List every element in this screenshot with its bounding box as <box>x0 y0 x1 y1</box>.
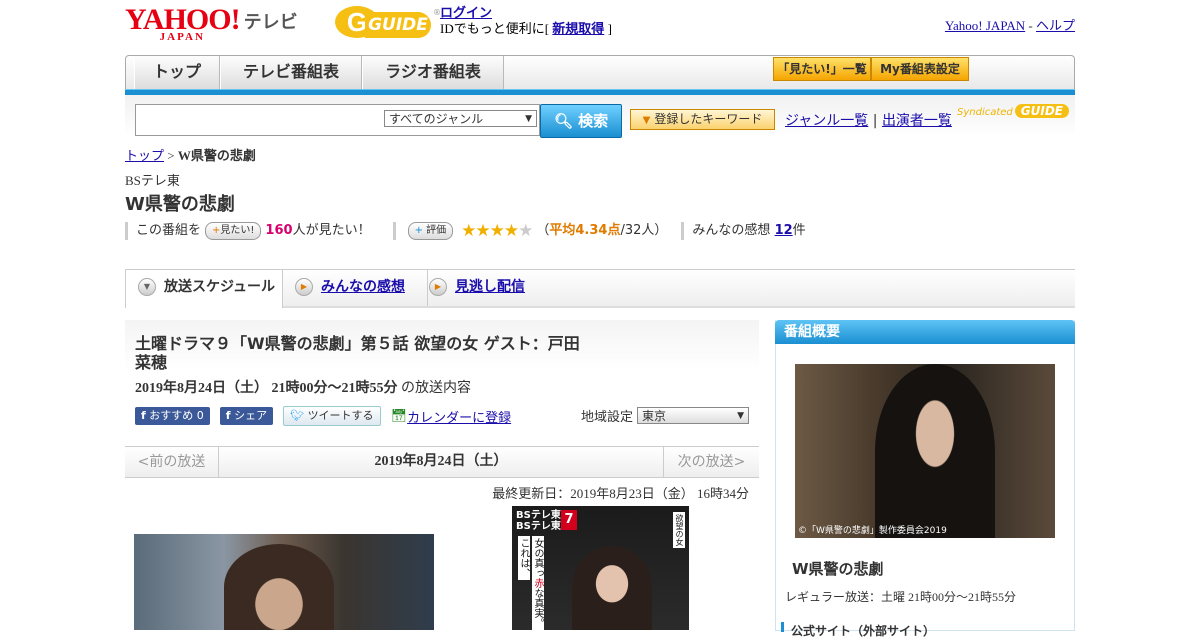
tab-catchup[interactable]: ▶ 見逃し配信 <box>417 270 559 306</box>
play-icon: ▶ <box>429 278 447 296</box>
calendar-register-link[interactable]: カレンダーに登録 <box>407 407 511 426</box>
episode-info: 土曜ドラマ９「W県警の悲劇」第５話 欲望の女 ゲスト：戸田菜穂 2019年8月2… <box>125 320 759 444</box>
plus-icon: + <box>414 225 423 236</box>
overview-heading: 番組概要 <box>775 320 1075 344</box>
cast-list-link[interactable]: 出演者一覧 <box>882 113 952 129</box>
twitter-icon: 🐦︎ <box>290 409 305 422</box>
overview-title: W県警の悲劇 <box>792 560 884 578</box>
prev-broadcast-button[interactable]: <前の放送 <box>125 447 219 477</box>
tab-schedule[interactable]: ▼ 放送スケジュール <box>125 270 283 308</box>
service-name: テレビ <box>243 12 298 33</box>
triangle-down-icon: ▼ <box>642 115 651 126</box>
play-icon: ▶ <box>295 278 313 296</box>
program-tabs: ▼ 放送スケジュール ▶ みんなの感想 ▶ 見逃し配信 <box>125 269 1075 308</box>
nav-tab-radio-schedule[interactable]: ラジオ番組表 <box>362 56 504 90</box>
facebook-icon: f <box>225 409 231 422</box>
calendar-icon: 📅︎ <box>390 408 408 424</box>
tweet-button[interactable]: 🐦︎ ツイートする <box>283 406 381 426</box>
login-link[interactable]: ログイン <box>440 5 492 20</box>
tab-comments[interactable]: ▶ みんなの感想 <box>283 270 428 306</box>
last-updated: 最終更新日：2019年8月23日（金） 16時34分 <box>492 486 749 501</box>
genre-select[interactable]: すべてのジャンル ▼ <box>384 110 537 127</box>
program-overview: 番組概要 ©「W県警の悲劇」製作委員会2019 W県警の悲劇 レギュラー放送：土… <box>775 320 1075 638</box>
chevron-down-icon: ▼ <box>525 114 532 124</box>
region-select[interactable]: 東京 ▼ <box>637 407 750 424</box>
comments-count-link[interactable]: 12 <box>775 221 793 241</box>
breadcrumb-top[interactable]: トップ <box>125 148 164 163</box>
chevron-down-icon: ▼ <box>138 278 156 296</box>
episode-title: 土曜ドラマ９「W県警の悲劇」第５話 欲望の女 ゲスト：戸田菜穂 <box>135 334 580 372</box>
rating-stars: ★★★★★ <box>461 221 533 241</box>
yahoo-tv-logo[interactable]: YAHOO! JAPAN テレビ <box>125 3 298 44</box>
rate-button[interactable]: + 評価 <box>407 222 454 240</box>
want-button[interactable]: +見たい! <box>205 222 262 240</box>
syndicated-badge: Syndicated GUIDE <box>957 104 1069 118</box>
share-buttons: f おすすめ 0 f シェア 🐦︎ ツイートする 📅︎ カレンダーに登録 <box>135 406 511 426</box>
facebook-share-button[interactable]: f シェア <box>219 407 274 425</box>
region-setting: 地域設定 東京 ▼ <box>581 406 750 425</box>
station-name: BSテレ東 <box>125 173 180 188</box>
want-count: 160 <box>265 223 293 238</box>
registered-keywords-button[interactable]: ▼ 登録したキーワード <box>630 109 775 130</box>
search-band: すべてのジャンル ▼ 🔍︎ 検索 ▼ 登録したキーワード ジャンル一覧 | 出演者一… <box>125 95 1075 138</box>
yahoo-japan-link[interactable]: Yahoo! JAPAN <box>945 18 1025 33</box>
next-broadcast-button[interactable]: 次の放送> <box>663 447 759 477</box>
breadcrumb-current: W県警の悲劇 <box>177 148 256 163</box>
program-meta: この番組を +見たい! 160 人が見たい！ + 評価 ★★★★★ （平均4.34… <box>125 221 806 241</box>
channel-badge: 7 <box>561 510 577 530</box>
genre-list-link[interactable]: ジャンル一覧 <box>785 113 868 129</box>
broadcast-pager: <前の放送 2019年8月24日（土） 次の放送> <box>125 446 759 478</box>
breadcrumb: トップ > W県警の悲劇 <box>125 148 256 163</box>
facebook-recommend-button[interactable]: f おすすめ 0 <box>135 407 210 425</box>
episode-datetime: 2019年8月24日（土） 21時00分～21時55分 の放送内容 <box>135 381 471 396</box>
want-list-button[interactable]: 「見たい!」一覧 <box>773 57 871 81</box>
signup-link[interactable]: 新規取得 <box>552 21 604 36</box>
yahoo-japan-logo: YAHOO! JAPAN <box>125 3 241 44</box>
nav-tab-tv-schedule[interactable]: テレビ番組表 <box>220 56 362 90</box>
help-link[interactable]: ヘルプ <box>1036 18 1075 33</box>
main-nav: トップ テレビ番組表 ラジオ番組表 「見たい!」一覧 My番組表設定 <box>125 55 1075 90</box>
regular-broadcast: レギュラー放送：土曜 21時00分～21時55分 <box>785 590 1017 604</box>
my-schedule-settings-button[interactable]: My番組表設定 <box>871 57 969 81</box>
page-title: W県警の悲劇 <box>125 194 235 215</box>
official-site-heading: 公式サイト（外部サイト） <box>791 624 936 638</box>
page: YAHOO! JAPAN テレビ G GUIDE ® ログイン IDでもっと便利… <box>125 0 1075 638</box>
login-box: ログイン IDでもっと便利に[ 新規取得 ] <box>440 5 612 36</box>
pager-date: 2019年8月24日（土） <box>374 454 508 469</box>
chevron-down-icon: ▼ <box>737 411 745 421</box>
facebook-icon: f <box>141 409 146 422</box>
rating-average: 平均4.34点 <box>549 223 621 238</box>
overview-photo: ©「W県警の悲劇」製作委員会2019 <box>795 364 1055 538</box>
nav-tab-top[interactable]: トップ <box>134 56 220 90</box>
search-icon: 🔍︎ <box>553 112 573 130</box>
header-links: Yahoo! JAPAN - ヘルプ <box>944 18 1075 33</box>
search-button[interactable]: 🔍︎ 検索 <box>540 104 622 138</box>
search-links: ジャンル一覧 | 出演者一覧 <box>785 113 952 129</box>
program-poster: BSテレ東 BSテレ東4K 7 これは、 女の真っ赤な真実。 欲望の女 <box>512 506 689 630</box>
guest-photo <box>134 534 434 630</box>
gguide-logo[interactable]: G GUIDE ® <box>335 6 441 40</box>
